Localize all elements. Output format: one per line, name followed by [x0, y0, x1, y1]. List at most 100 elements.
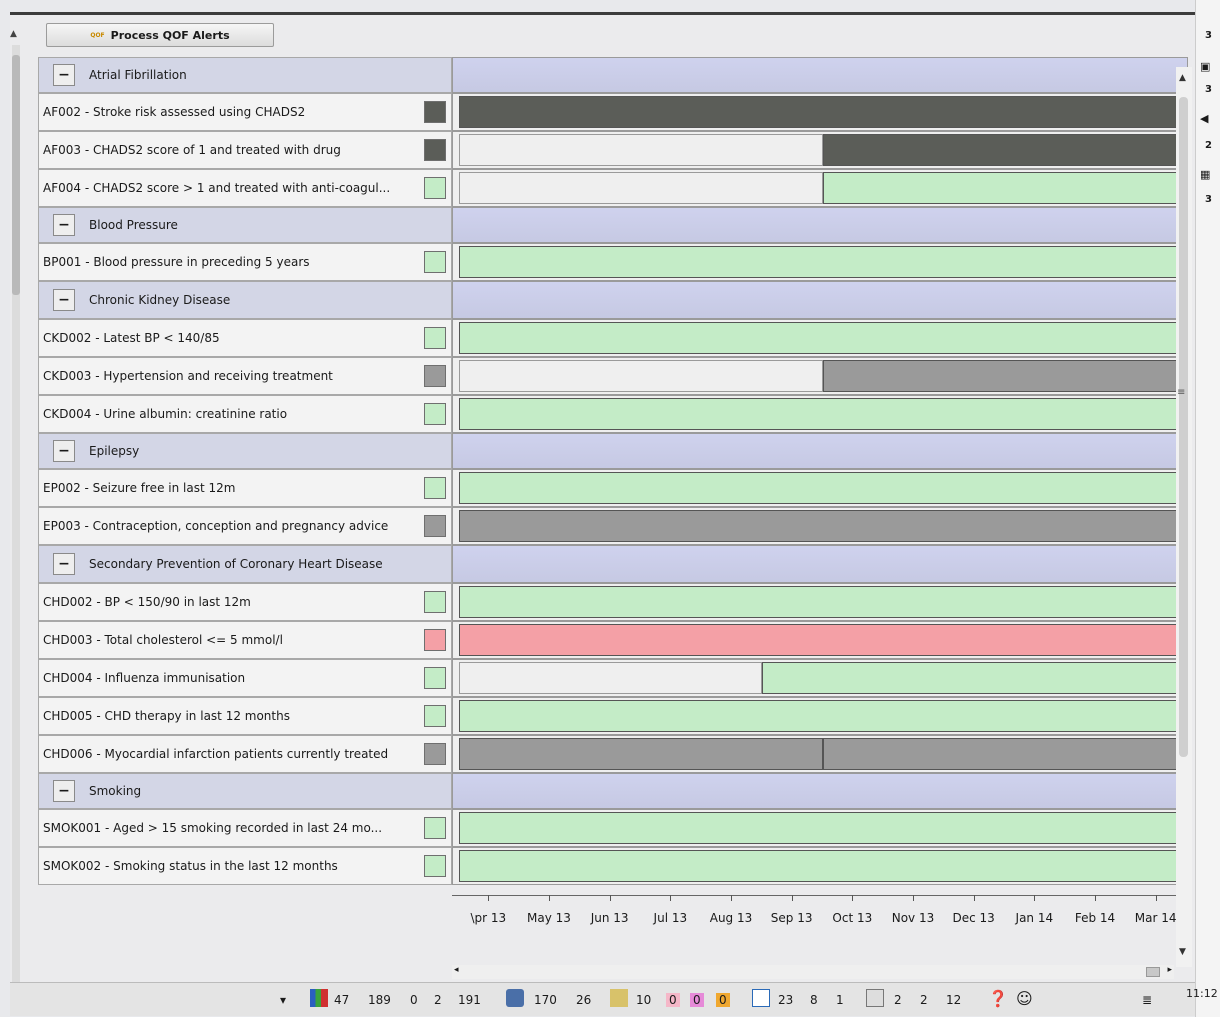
timeline-bar[interactable] [459, 246, 1187, 278]
timeline-bar[interactable] [823, 172, 1187, 204]
timeline-track[interactable] [452, 281, 1188, 319]
timeline-track[interactable] [452, 621, 1188, 659]
timeline-bar[interactable] [459, 812, 1187, 844]
scroll-down-icon[interactable]: ▼ [1179, 947, 1186, 957]
indicator-row[interactable]: SMOK001 - Aged > 15 smoking recorded in … [38, 809, 1188, 847]
indicator-row[interactable]: CHD005 - CHD therapy in last 12 months [38, 697, 1188, 735]
indicator-row[interactable]: CHD002 - BP < 150/90 in last 12m [38, 583, 1188, 621]
help-icon[interactable]: ❓ [988, 989, 1008, 1008]
group-header-row[interactable]: − Chronic Kidney Disease [38, 281, 1188, 319]
timeline-bar[interactable] [459, 360, 823, 392]
group-header[interactable]: − Chronic Kidney Disease [38, 281, 452, 319]
collapse-minus-icon[interactable]: − [53, 440, 75, 462]
timeline-track[interactable] [452, 773, 1188, 809]
timeline-bar[interactable] [459, 738, 823, 770]
jar-icon[interactable] [506, 989, 524, 1007]
timeline-track[interactable] [452, 735, 1188, 773]
left-scrollbar[interactable] [12, 45, 20, 985]
timeline-bar[interactable] [459, 510, 1187, 542]
timeline-bar[interactable] [459, 850, 1187, 882]
indicator-row[interactable]: EP002 - Seizure free in last 12m [38, 469, 1188, 507]
timeline-bar[interactable] [762, 662, 1187, 694]
document-icon[interactable] [752, 989, 770, 1007]
calendar-icon[interactable]: ▦ [1200, 168, 1210, 181]
timeline-track[interactable] [452, 847, 1188, 885]
clipboard-icon[interactable] [866, 989, 884, 1007]
group-header[interactable]: − Smoking [38, 773, 452, 809]
indicator-row[interactable]: CKD004 - Urine albumin: creatinine ratio [38, 395, 1188, 433]
timeline-track[interactable] [452, 545, 1188, 583]
user-icon[interactable]: ☺ [1016, 989, 1033, 1008]
indicator-row[interactable]: CHD004 - Influenza immunisation [38, 659, 1188, 697]
timeline-track[interactable] [452, 395, 1188, 433]
timeline-bar[interactable] [459, 662, 763, 694]
timeline-bar[interactable] [823, 738, 1187, 770]
group-header[interactable]: − Atrial Fibrillation [38, 57, 452, 93]
folder-icon[interactable]: ▣ [1200, 60, 1210, 73]
group-header-row[interactable]: − Blood Pressure [38, 207, 1188, 243]
indicator-row[interactable]: CHD006 - Myocardial infarction patients … [38, 735, 1188, 773]
timeline-bar[interactable] [459, 700, 1187, 732]
timeline-track[interactable] [452, 169, 1188, 207]
timeline-track[interactable] [452, 809, 1188, 847]
timeline-track[interactable] [452, 507, 1188, 545]
indicator-row[interactable]: CHD003 - Total cholesterol <= 5 mmol/l [38, 621, 1188, 659]
group-header-row[interactable]: − Secondary Prevention of Coronary Heart … [38, 545, 1188, 583]
timeline-bar[interactable] [459, 172, 823, 204]
indicator-row[interactable]: CKD002 - Latest BP < 140/85 [38, 319, 1188, 357]
timeline-track[interactable] [452, 659, 1188, 697]
timeline-track[interactable] [452, 697, 1188, 735]
indicator-row[interactable]: SMOK002 - Smoking status in the last 12 … [38, 847, 1188, 885]
process-qof-alerts-button[interactable]: QOF Process QOF Alerts [46, 23, 274, 47]
status-value: 2 [920, 993, 928, 1007]
timeline-bar[interactable] [823, 360, 1187, 392]
vertical-scrollbar[interactable]: ▲ ≡ ▼ [1176, 67, 1192, 967]
collapse-minus-icon[interactable]: − [53, 214, 75, 236]
collapse-minus-icon[interactable]: − [53, 780, 75, 802]
status-dropdown-icon[interactable]: ▾ [280, 993, 286, 1007]
timeline-track[interactable] [452, 57, 1188, 93]
timeline-bar[interactable] [459, 472, 1187, 504]
timeline-bar[interactable] [459, 322, 1187, 354]
indicator-row[interactable]: BP001 - Blood pressure in preceding 5 ye… [38, 243, 1188, 281]
timeline-bar[interactable] [459, 586, 1187, 618]
group-header[interactable]: − Secondary Prevention of Coronary Heart … [38, 545, 452, 583]
collapse-minus-icon[interactable]: − [53, 553, 75, 575]
timeline-track[interactable] [452, 583, 1188, 621]
timeline-track[interactable] [452, 319, 1188, 357]
timeline-bar[interactable] [459, 96, 1187, 128]
timeline-track[interactable] [452, 433, 1188, 469]
indicator-row[interactable]: AF004 - CHADS2 score > 1 and treated wit… [38, 169, 1188, 207]
chart-icon[interactable] [310, 989, 328, 1007]
group-header[interactable]: − Blood Pressure [38, 207, 452, 243]
speaker-icon[interactable]: ◀ [1200, 112, 1208, 125]
group-header[interactable]: − Epilepsy [38, 433, 452, 469]
timeline-bar[interactable] [459, 624, 1187, 656]
vertical-scrollbar-thumb[interactable] [1179, 97, 1188, 757]
indicator-row[interactable]: CKD003 - Hypertension and receiving trea… [38, 357, 1188, 395]
group-header-row[interactable]: − Atrial Fibrillation [38, 57, 1188, 93]
timeline-bar[interactable] [823, 134, 1187, 166]
indicator-row[interactable]: AF002 - Stroke risk assessed using CHADS… [38, 93, 1188, 131]
group-header-row[interactable]: − Smoking [38, 773, 1188, 809]
left-scrollbar-thumb[interactable] [12, 55, 20, 295]
timeline-bar[interactable] [459, 398, 1187, 430]
horizontal-scrollbar-thumb[interactable] [1146, 967, 1160, 977]
scroll-right-icon[interactable]: ▸ [1167, 965, 1172, 975]
timeline-track[interactable] [452, 243, 1188, 281]
indicator-row[interactable]: AF003 - CHADS2 score of 1 and treated wi… [38, 131, 1188, 169]
timeline-track[interactable] [452, 207, 1188, 243]
letter-icon[interactable] [610, 989, 628, 1007]
scroll-up-icon[interactable]: ▲ [1179, 73, 1186, 83]
collapse-minus-icon[interactable]: − [53, 64, 75, 86]
timeline-track[interactable] [452, 131, 1188, 169]
timeline-track[interactable] [452, 469, 1188, 507]
group-header-row[interactable]: − Epilepsy [38, 433, 1188, 469]
indicator-row[interactable]: EP003 - Contraception, conception and pr… [38, 507, 1188, 545]
timeline-track[interactable] [452, 93, 1188, 131]
timeline-bar[interactable] [459, 134, 823, 166]
timeline-track[interactable] [452, 357, 1188, 395]
horizontal-scrollbar[interactable]: ◂ ▸ [452, 965, 1174, 979]
scroll-left-icon[interactable]: ◂ [454, 965, 459, 975]
collapse-minus-icon[interactable]: − [53, 289, 75, 311]
